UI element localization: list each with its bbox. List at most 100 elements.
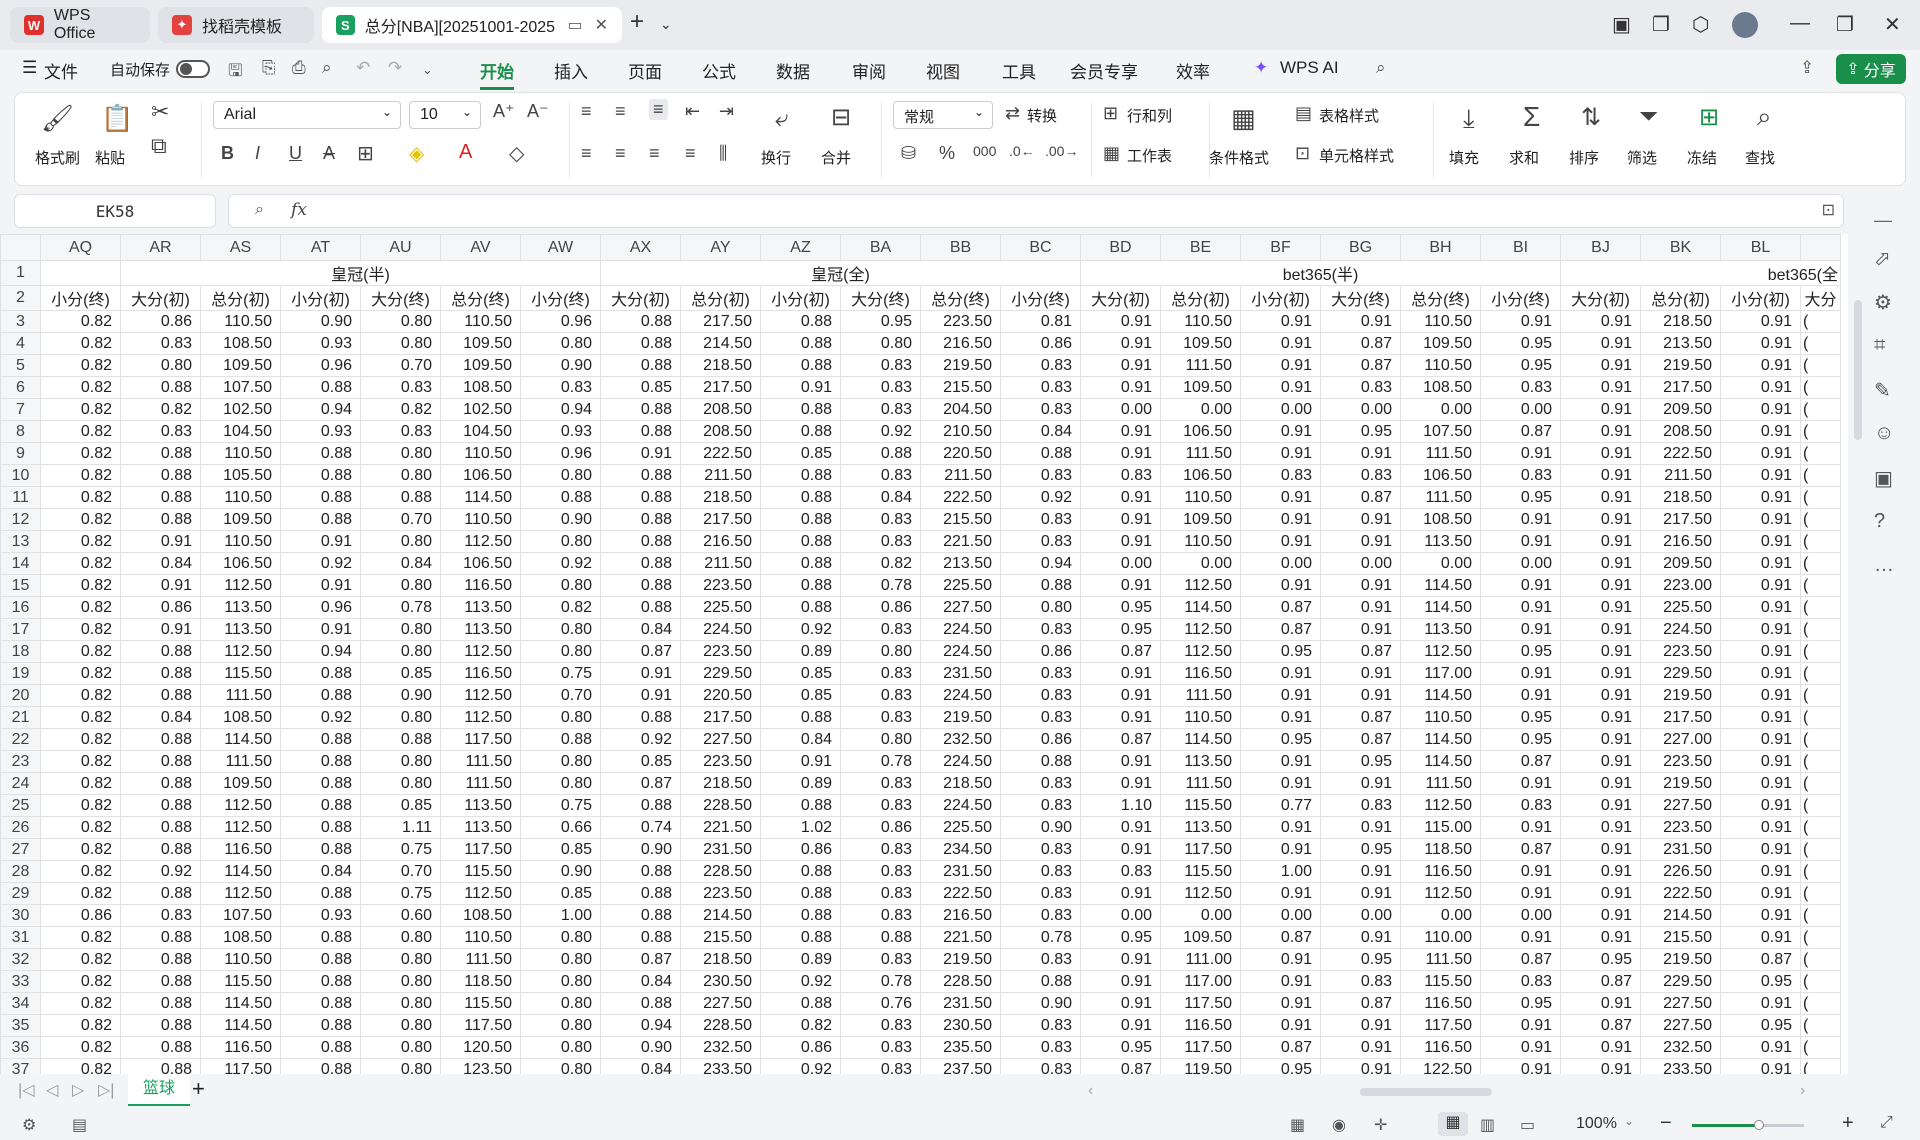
cell[interactable]: 223.50: [1640, 640, 1721, 663]
cell[interactable]: 0.00: [1080, 398, 1161, 421]
cell[interactable]: (: [1800, 816, 1841, 839]
cell[interactable]: 0.91: [1560, 794, 1641, 817]
cell[interactable]: 110.50: [200, 310, 281, 333]
cell[interactable]: 0.91: [1560, 486, 1641, 509]
cell[interactable]: 231.50: [1640, 838, 1721, 861]
cell[interactable]: 0.83: [1080, 860, 1161, 883]
cell[interactable]: 0.88: [600, 398, 681, 421]
cell[interactable]: 229.50: [1640, 662, 1721, 685]
cell[interactable]: 0.00: [1400, 904, 1481, 927]
cell[interactable]: 0.78: [360, 596, 441, 619]
cell[interactable]: 218.50: [1640, 310, 1721, 333]
cell[interactable]: 114.50: [200, 728, 281, 751]
cell[interactable]: 0.91: [1560, 816, 1641, 839]
cell[interactable]: 0.82: [360, 398, 441, 421]
autosave-toggle[interactable]: [176, 60, 210, 78]
indent-decrease-icon[interactable]: ⇤: [685, 101, 700, 122]
cell[interactable]: 218.50: [680, 772, 761, 795]
cell[interactable]: 0.91: [1480, 1014, 1561, 1037]
cell[interactable]: 0.91: [1560, 728, 1641, 751]
row-header[interactable]: 13: [0, 530, 41, 553]
cell[interactable]: 219.50: [920, 948, 1001, 971]
cell[interactable]: 222.50: [920, 882, 1001, 905]
scroll-right-icon[interactable]: ›: [1800, 1082, 1805, 1100]
row-header[interactable]: 3: [0, 310, 41, 333]
menu-efficiency[interactable]: 效率: [1176, 58, 1210, 83]
cell[interactable]: 0.82: [40, 398, 121, 421]
cell[interactable]: 114.50: [1400, 728, 1481, 751]
cell[interactable]: 228.50: [680, 1014, 761, 1037]
cell[interactable]: 0.83: [1320, 794, 1401, 817]
header-cell[interactable]: 小分(终): [1480, 285, 1561, 311]
cell[interactable]: 0.88: [760, 992, 841, 1015]
cell[interactable]: 0.80: [360, 640, 441, 663]
cell[interactable]: 0.88: [760, 706, 841, 729]
cell[interactable]: 0.82: [40, 772, 121, 795]
save-icon[interactable]: 🖫: [228, 58, 242, 87]
cell[interactable]: 0.88: [520, 728, 601, 751]
cell[interactable]: 106.50: [1160, 420, 1241, 443]
horizontal-scrollbar[interactable]: [1360, 1088, 1492, 1096]
cell[interactable]: 0.80: [520, 772, 601, 795]
cell[interactable]: 0.88: [360, 486, 441, 509]
cell[interactable]: 0.78: [840, 970, 921, 993]
cell[interactable]: 0.83: [1000, 1014, 1081, 1037]
cell[interactable]: 228.50: [680, 794, 761, 817]
cell[interactable]: 112.50: [440, 684, 521, 707]
cell[interactable]: 0.90: [520, 860, 601, 883]
cell[interactable]: 108.50: [200, 706, 281, 729]
cell[interactable]: (: [1800, 486, 1841, 509]
cell[interactable]: 0.88: [120, 772, 201, 795]
cell[interactable]: 106.50: [440, 552, 521, 575]
cell[interactable]: 0.90: [600, 838, 681, 861]
row-col-button[interactable]: 行和列: [1127, 105, 1172, 126]
cell[interactable]: 0.82: [40, 948, 121, 971]
cell[interactable]: 0.92: [280, 706, 361, 729]
cell[interactable]: 0.91: [1080, 992, 1161, 1015]
cell[interactable]: 110.50: [200, 948, 281, 971]
column-header[interactable]: AS: [200, 234, 281, 261]
cell[interactable]: 0.91: [1240, 706, 1321, 729]
cell[interactable]: 115.00: [1400, 816, 1481, 839]
cell[interactable]: 0.91: [1480, 574, 1561, 597]
cell[interactable]: 0.91: [1480, 310, 1561, 333]
cell[interactable]: 0.91: [1720, 728, 1801, 751]
cell[interactable]: 109.50: [1400, 332, 1481, 355]
cell[interactable]: (: [1800, 1058, 1841, 1074]
cell[interactable]: 0.80: [520, 618, 601, 641]
cell[interactable]: 229.50: [1640, 970, 1721, 993]
cell[interactable]: 109.50: [440, 332, 521, 355]
cell[interactable]: 217.50: [1640, 706, 1721, 729]
cell[interactable]: 110.50: [200, 442, 281, 465]
header-cell[interactable]: 大分(初): [1080, 285, 1161, 311]
cell[interactable]: 0.88: [120, 508, 201, 531]
cell[interactable]: (: [1800, 662, 1841, 685]
cell[interactable]: 117.50: [1160, 1036, 1241, 1059]
cell[interactable]: 0.91: [1080, 684, 1161, 707]
cell[interactable]: (: [1800, 794, 1841, 817]
cell[interactable]: 0.95: [1480, 728, 1561, 751]
cell[interactable]: 107.50: [200, 904, 281, 927]
cell[interactable]: 0.82: [40, 552, 121, 575]
cell[interactable]: 232.50: [1640, 1036, 1721, 1059]
cell[interactable]: 110.50: [440, 508, 521, 531]
cell[interactable]: 112.50: [1160, 882, 1241, 905]
cell[interactable]: 111.50: [200, 684, 281, 707]
distributed-icon[interactable]: ⫼: [719, 143, 727, 164]
group-header-cell[interactable]: bet365(全: [1560, 260, 1841, 286]
cell[interactable]: 110.00: [1400, 926, 1481, 949]
cell[interactable]: 0.70: [360, 508, 441, 531]
row-header[interactable]: 30: [0, 904, 41, 927]
cell[interactable]: 0.91: [1320, 596, 1401, 619]
cell[interactable]: 0.96: [280, 596, 361, 619]
cell[interactable]: 0.91: [1720, 816, 1801, 839]
cell[interactable]: 0.94: [280, 640, 361, 663]
cell[interactable]: 0.80: [360, 970, 441, 993]
cell[interactable]: 0.91: [1480, 684, 1561, 707]
cell[interactable]: 0.88: [280, 926, 361, 949]
cell[interactable]: 0.95: [1320, 750, 1401, 773]
cell[interactable]: 117.50: [440, 838, 521, 861]
close-tab-icon[interactable]: ✕: [595, 15, 608, 35]
cell[interactable]: 219.50: [1640, 948, 1721, 971]
restore-icon[interactable]: ❐: [1836, 12, 1854, 37]
